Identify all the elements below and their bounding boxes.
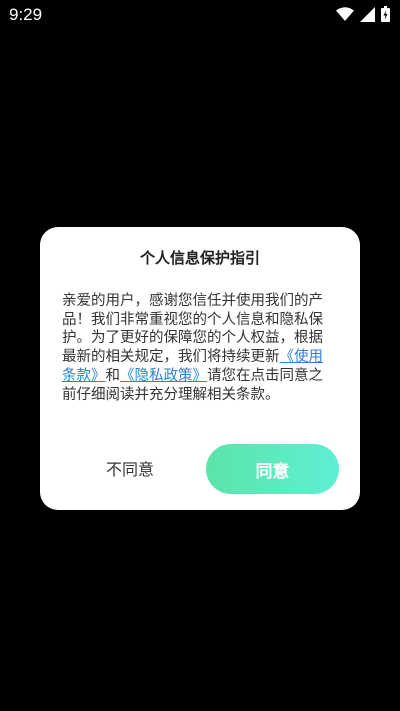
decline-button[interactable]: 不同意: [82, 443, 178, 493]
status-bar: 9:29: [0, 0, 400, 30]
status-time: 9:29: [9, 5, 43, 24]
dialog-title: 个人信息保护指引: [139, 249, 260, 267]
dialog-body: 亲爱的用户，感谢您信任并使用我们的产品！我们非常重视您的个人信息和隐私保护。为了…: [62, 292, 334, 404]
body-connector: 和: [105, 367, 121, 384]
privacy-dialog: 个人信息保护指引 亲爱的用户，感谢您信任并使用我们的产品！我们非常重视您的个人信…: [40, 227, 360, 510]
privacy-policy-link[interactable]: 《隐私政策》: [120, 368, 207, 384]
agree-button[interactable]: 同意: [206, 444, 339, 494]
system-icons: [336, 5, 390, 23]
battery-charging-icon: [381, 6, 390, 22]
wifi-icon: [336, 7, 354, 21]
signal-icon: [360, 6, 375, 22]
